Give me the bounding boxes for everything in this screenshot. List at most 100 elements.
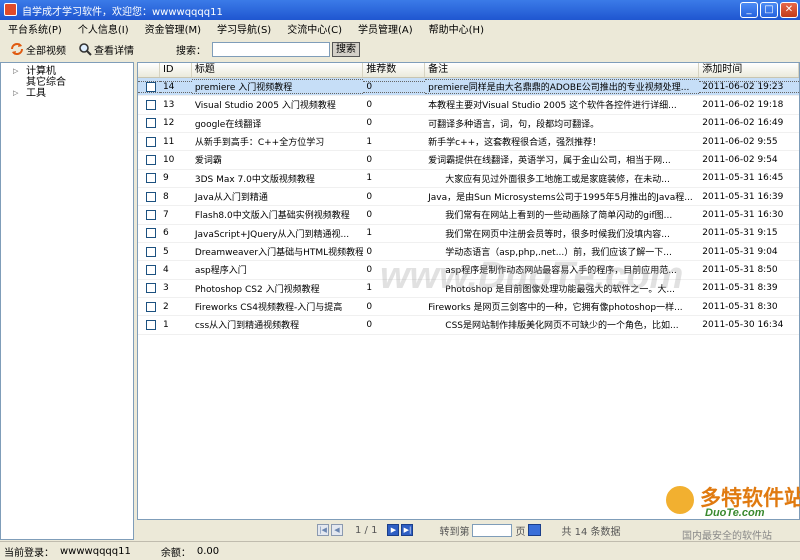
page-unit-label: 页 [515, 526, 526, 538]
table-row[interactable]: 14 premiere 入门视频教程 0 premiere同样是由大名鼎鼎的ADOBE… [138, 78, 799, 97]
row-checkbox[interactable] [146, 81, 156, 92]
cell-recommend: 0 [366, 264, 373, 275]
table-row[interactable]: 11 从新手到高手：C++全方位学习 1 新手学c++，这套教程很合适，强烈推荐！ 20… [138, 133, 799, 152]
cell-added-time: 2011-05-30 16:34 [702, 319, 784, 330]
login-label: 当前登录： [4, 547, 54, 559]
row-checkbox[interactable] [146, 173, 156, 184]
cell-note: Java，是由Sun Microsystems公司于1995年5月推出的Java… [428, 193, 693, 204]
close-icon[interactable]: ✕ [780, 2, 798, 18]
menu-fund-management[interactable]: 资金管理(M) [145, 21, 201, 36]
cell-id: 2 [162, 301, 169, 312]
search-input[interactable] [212, 41, 330, 57]
table-row[interactable]: 4 asp程序入门 0 asp程序是制作动态网站最容易入手的程序，目前应用范... 2… [138, 261, 799, 280]
cell-added-time: 2011-05-31 8:39 [702, 283, 778, 294]
cell-added-time: 2011-05-31 8:30 [702, 301, 778, 312]
cell-note: premiere同样是由大名鼎鼎的ADOBE公司推出的专业视频处理... [425, 79, 700, 95]
cell-added-time: 2011-06-02 9:55 [702, 136, 778, 147]
title-bar[interactable]: 自学成才学习软件，欢迎您：wwwwqqqq11 _ □ ✕ [0, 0, 800, 20]
all-videos-button[interactable]: 全部视频 [10, 42, 66, 57]
cell-title: google在线翻译 [194, 119, 262, 130]
row-checkbox[interactable] [146, 301, 156, 312]
magnifier-icon [79, 43, 92, 56]
header-id[interactable]: ID [160, 63, 192, 77]
row-checkbox[interactable] [146, 283, 156, 294]
row-checkbox-cell [138, 319, 160, 330]
expand-arrow-icon[interactable]: ▷ [13, 66, 18, 77]
table-row[interactable]: 3 Photoshop CS2 入门视频教程 1 Photoshop 是目前图像处理… [138, 280, 799, 298]
jump-label: 转到第 [439, 526, 470, 538]
cell-id: 11 [162, 136, 175, 147]
window-title: 自学成才学习软件，欢迎您：wwwwqqqq11 [22, 7, 223, 18]
header-title[interactable]: 标题 [192, 63, 364, 77]
cell-recommend: 0 [366, 154, 373, 165]
cell-note: 大家应有见过外面很多工地施工或是家庭装修，在未动... [428, 174, 670, 185]
table-row[interactable]: 13 Visual Studio 2005 入门视频教程 0 本教程主要对Visual… [138, 96, 799, 115]
row-checkbox[interactable] [146, 99, 156, 110]
cell-id: 13 [162, 99, 175, 110]
table-row[interactable]: 1 css从入门到精通视频教程 0 CSS是网站制作排版美化网页不可缺少的一个角色，… [138, 316, 799, 335]
row-checkbox[interactable] [146, 154, 156, 165]
table-row[interactable]: 7 Flash8.0中文版入门基础实例视频教程 0 我们常有在网站上看到的一些动画除… [138, 206, 799, 225]
cell-note: Photoshop 是目前图像处理功能最强大的软件之一。大... [428, 284, 676, 295]
row-checkbox[interactable] [146, 136, 156, 147]
app-icon [4, 3, 17, 16]
toolbar: 全部视频 查看详情 搜索： 搜索 [0, 37, 800, 61]
table-row[interactable]: 5 Dreamweaver入门基础与HTML视频教程 0 学动态语言（asp,php… [138, 243, 799, 262]
tree-node-misc[interactable]: 其它综合 [1, 77, 133, 88]
table-row[interactable]: 6 JavaScript+JQuery从入门到精通视... 1 我们常在网页中注册会… [138, 225, 799, 243]
video-table: ID 标题 推荐数 备注 添加时间 14 premiere 入门视频教程 0 prem… [137, 62, 800, 520]
prev-page-icon[interactable]: ◀ [331, 524, 343, 536]
last-page-icon[interactable]: ▶| [401, 524, 414, 536]
menu-help-center[interactable]: 帮助中心(H) [429, 21, 484, 36]
row-checkbox-cell [138, 154, 160, 165]
cell-recommend: 1 [366, 228, 373, 239]
tree-node-tools[interactable]: ▷ 工具 [1, 88, 133, 99]
tree-node-label: 其它综合 [26, 77, 66, 88]
cell-id: 10 [162, 154, 175, 165]
cell-recommend: 0 [366, 191, 373, 202]
cell-title: 从新手到高手：C++全方位学习 [194, 138, 325, 149]
table-row[interactable]: 12 google在线翻译 0 可翻译多种语言，词，句，段都均可翻译。 2011-06-… [138, 115, 799, 133]
row-checkbox[interactable] [146, 246, 156, 257]
cell-recommend: 0 [363, 80, 426, 93]
cell-note: 本教程主要对Visual Studio 2005 这个软件各控件进行详细... [428, 101, 677, 112]
cell-id: 6 [162, 228, 169, 239]
search-button[interactable]: 搜索 [332, 41, 360, 57]
row-checkbox-cell [138, 283, 160, 294]
cell-id: 4 [162, 264, 169, 275]
row-checkbox-cell [138, 173, 160, 184]
header-added-time[interactable]: 添加时间 [699, 63, 799, 77]
row-checkbox[interactable] [146, 209, 156, 220]
next-page-icon[interactable]: ▶ [387, 524, 400, 536]
jump-page-input[interactable] [472, 523, 513, 537]
menu-platform-system[interactable]: 平台系统(P) [8, 21, 62, 36]
category-tree[interactable]: ▷ 计算机 其它综合 ▷ 工具 [0, 62, 134, 540]
tree-node-computer[interactable]: ▷ 计算机 [1, 66, 133, 77]
search-label: 搜索： [176, 45, 206, 57]
expand-arrow-icon[interactable]: ▷ [13, 88, 18, 99]
first-page-icon[interactable]: |◀ [317, 524, 329, 536]
menu-student-management[interactable]: 学员管理(A) [358, 21, 413, 36]
row-checkbox[interactable] [146, 264, 156, 275]
cell-recommend: 0 [366, 209, 373, 220]
header-note[interactable]: 备注 [425, 63, 700, 77]
table-row[interactable]: 10 爱词霸 0 爱词霸提供在线翻译，英语学习，属于金山公司，相当于网... 2011-… [138, 151, 799, 170]
header-recommend[interactable]: 推荐数 [363, 63, 426, 77]
menu-study-navigation[interactable]: 学习导航(S) [217, 21, 271, 36]
menu-communication-center[interactable]: 交流中心(C) [287, 21, 342, 36]
table-row[interactable]: 9 3DS Max 7.0中文版视频教程 1 大家应有见过外面很多工地施工或是家庭装… [138, 170, 799, 188]
row-checkbox[interactable] [146, 228, 156, 239]
maximize-icon[interactable]: □ [760, 2, 778, 18]
row-checkbox[interactable] [146, 319, 156, 330]
go-button-icon[interactable] [528, 524, 542, 536]
table-row[interactable]: 2 Fireworks CS4视频教程-入门与提高 0 Fireworks 是网页三剑… [138, 298, 799, 317]
row-checkbox[interactable] [146, 191, 156, 202]
menu-personal-info[interactable]: 个人信息(I) [78, 21, 129, 36]
minimize-icon[interactable]: _ [740, 2, 758, 18]
view-details-button[interactable]: 查看详情 [78, 42, 134, 57]
table-row[interactable]: 8 Java从入门到精通 0 Java，是由Sun Microsystems公司于19… [138, 188, 799, 207]
cell-title: 爱词霸 [194, 156, 222, 167]
row-checkbox[interactable] [146, 118, 156, 129]
row-checkbox-cell [138, 264, 160, 275]
row-checkbox-cell [138, 118, 160, 129]
